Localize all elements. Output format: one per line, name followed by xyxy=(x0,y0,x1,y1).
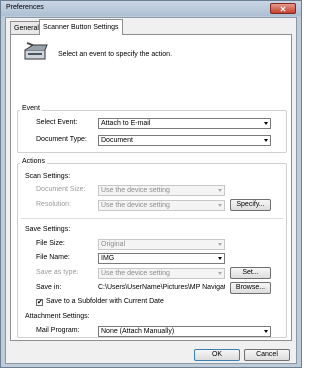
browse-button[interactable]: Browse... xyxy=(230,282,271,294)
chevron-down-icon xyxy=(264,139,268,142)
instruction-text: Select an event to specify the action. xyxy=(58,51,173,58)
chevron-down-icon xyxy=(218,243,222,246)
title-bar: Preferences ✕ xyxy=(1,1,301,16)
file-size-dropdown[interactable]: Original xyxy=(98,239,225,250)
file-name-value: IMG xyxy=(101,255,115,262)
save-as-type-value: Use the device setting xyxy=(101,270,170,277)
file-size-value: Original xyxy=(101,241,126,248)
tab-scanner-button-settings[interactable]: Scanner Button Settings xyxy=(39,19,123,35)
scanner-icon xyxy=(24,42,48,60)
subfolder-checkbox[interactable]: ✔ xyxy=(36,299,43,306)
document-size-dropdown[interactable]: Use the device setting xyxy=(98,185,225,196)
tab-panel: Select an event to specify the action. E… xyxy=(10,34,292,341)
event-group-label: Event xyxy=(20,105,42,112)
file-size-label: File Size: xyxy=(36,240,65,247)
save-settings-label: Save Settings: xyxy=(25,226,71,233)
checkmark-icon: ✔ xyxy=(37,299,43,306)
document-size-label: Document Size: xyxy=(36,186,86,193)
chevron-down-icon xyxy=(218,204,222,207)
chevron-down-icon xyxy=(264,330,268,333)
dialog-frame: General Scanner Button Settings Select a… xyxy=(5,17,297,364)
save-as-type-dropdown[interactable]: Use the device setting xyxy=(98,268,225,279)
tab-general[interactable]: General xyxy=(10,21,43,34)
save-as-type-label: Save as type: xyxy=(36,269,79,276)
ok-button[interactable]: OK xyxy=(194,349,240,361)
chevron-down-icon xyxy=(218,257,222,260)
select-event-value: Attach to E-mail xyxy=(101,120,151,127)
select-event-label: Select Event: xyxy=(36,119,78,126)
preferences-window: Preferences ✕ General Scanner Button Set… xyxy=(0,0,302,368)
chevron-down-icon xyxy=(264,122,268,125)
document-size-value: Use the device setting xyxy=(101,187,170,194)
window-title: Preferences xyxy=(6,4,44,11)
resolution-dropdown[interactable]: Use the device setting xyxy=(98,200,225,211)
cancel-button[interactable]: Cancel xyxy=(244,349,290,361)
specify-button[interactable]: Specify... xyxy=(230,199,271,211)
chevron-down-icon xyxy=(218,272,222,275)
scan-settings-label: Scan Settings: xyxy=(25,173,71,180)
save-in-path: C:\Users\UserName\Pictures\MP Navigat xyxy=(98,284,225,291)
set-button[interactable]: Set... xyxy=(230,267,271,279)
document-type-value: Document xyxy=(101,137,133,144)
file-name-combobox[interactable]: IMG xyxy=(98,253,225,264)
attachment-settings-label: Attachment Settings: xyxy=(25,313,90,320)
resolution-label: Resolution: xyxy=(36,201,72,208)
select-event-dropdown[interactable]: Attach to E-mail xyxy=(98,118,271,129)
divider xyxy=(21,218,283,219)
document-type-label: Document Type: xyxy=(36,136,87,143)
subfolder-label: Save to a Subfolder with Current Date xyxy=(46,298,164,305)
actions-group-label: Actions xyxy=(20,158,47,165)
chevron-down-icon xyxy=(218,189,222,192)
resolution-value: Use the device setting xyxy=(101,202,170,209)
mail-program-dropdown[interactable]: None (Attach Manually) xyxy=(98,326,271,337)
save-in-label: Save in: xyxy=(36,284,62,291)
close-button[interactable]: ✕ xyxy=(270,3,296,14)
file-name-label: File Name: xyxy=(36,254,70,261)
event-group xyxy=(17,110,287,153)
document-type-dropdown[interactable]: Document xyxy=(98,135,271,146)
mail-program-label: Mail Program: xyxy=(36,327,80,334)
mail-program-value: None (Attach Manually) xyxy=(101,328,175,335)
